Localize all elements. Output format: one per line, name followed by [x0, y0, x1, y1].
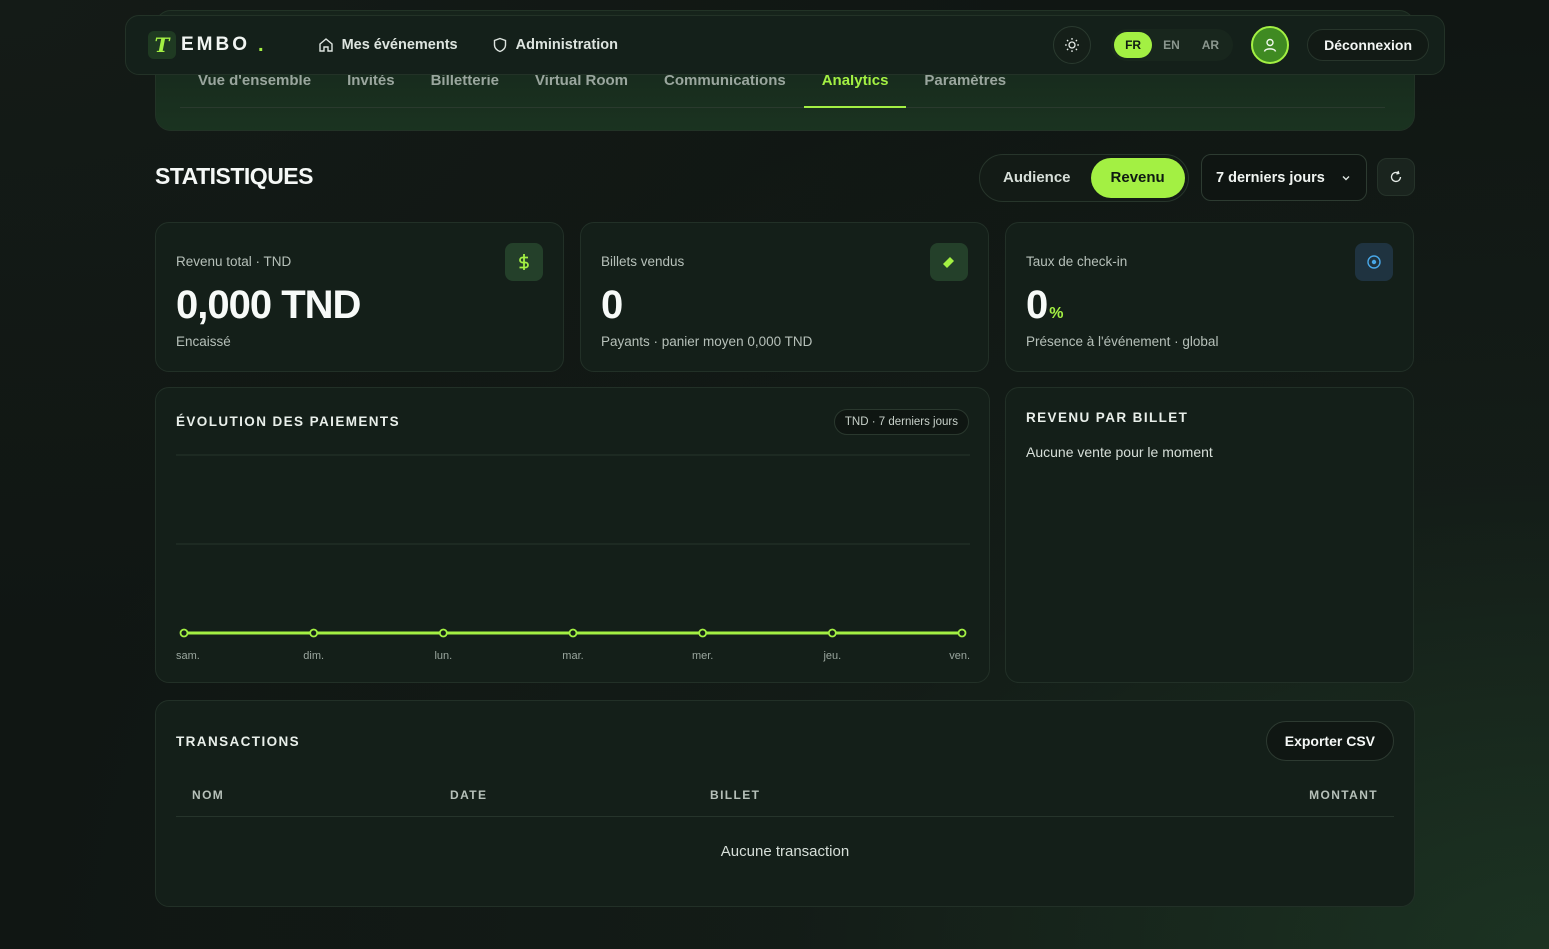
kpi-checkin-label: Taux de check-in: [1026, 254, 1128, 269]
kpi-checkin-value-wrap: 0%: [1026, 283, 1064, 328]
x-tick-label: dim.: [303, 650, 324, 662]
column-header-name[interactable]: NOM: [192, 788, 224, 802]
transactions-empty: Aucune transaction: [720, 843, 850, 860]
x-tick-label: mar.: [562, 650, 583, 662]
segment-revenue[interactable]: Revenu: [1090, 158, 1185, 198]
payments-data-point[interactable]: [309, 628, 319, 638]
payments-data-point[interactable]: [827, 628, 837, 638]
kpi-card-checkin: Taux de check-in 0% Présence à l'événeme…: [1005, 222, 1414, 372]
lang-fr[interactable]: FR: [1114, 32, 1153, 58]
user-avatar[interactable]: [1251, 26, 1290, 64]
kpi-card-revenue: Revenu total · TND 0,000 TND Encaissé: [155, 222, 564, 372]
nav-administration[interactable]: Administration: [492, 37, 618, 53]
transactions-title: TRANSACTIONS: [176, 734, 301, 749]
table-header-divider: [176, 816, 1394, 817]
kpi-checkin-unit: %: [1049, 305, 1063, 322]
payments-line-chart: sam. dim. lun. mar. mer. jeu. ven.: [176, 454, 970, 662]
brand-dot: .: [258, 33, 264, 56]
kpi-tickets-value: 0: [601, 283, 623, 327]
refresh-button[interactable]: [1377, 158, 1415, 196]
top-navbar: T EMBO . Mes événements Administration F…: [125, 15, 1445, 75]
kpi-tickets-label: Billets vendus: [601, 254, 685, 269]
revenue-per-ticket-card: REVENU PAR BILLET Aucune vente pour le m…: [1005, 387, 1414, 683]
brand-logo[interactable]: T EMBO .: [148, 31, 264, 59]
target-icon: [1355, 243, 1393, 281]
nav-my-events[interactable]: Mes événements: [318, 37, 458, 53]
kpi-tickets-sub: Payants · panier moyen 0,000 TND: [601, 334, 813, 349]
user-icon: [1263, 38, 1277, 52]
kpi-revenue-label: Revenu total · TND: [176, 254, 292, 269]
x-tick-label: ven.: [949, 650, 970, 662]
lang-en[interactable]: EN: [1152, 32, 1191, 58]
kpi-revenue-value: 0,000 TND: [176, 283, 361, 327]
stats-segment-control: Audience Revenu: [979, 154, 1189, 202]
theme-toggle-button[interactable]: [1053, 26, 1092, 64]
sun-icon: [1065, 38, 1080, 52]
shield-icon: [493, 37, 506, 53]
refresh-icon: [1390, 170, 1402, 183]
kpi-checkin-value: 0: [1026, 283, 1048, 327]
payments-data-point[interactable]: [957, 628, 967, 638]
date-range-select[interactable]: 7 derniers jours: [1201, 154, 1367, 201]
dollar-icon: [505, 243, 543, 281]
revenue-per-ticket-title: REVENU PAR BILLET: [1026, 410, 1189, 425]
export-csv-button[interactable]: Exporter CSV: [1265, 721, 1394, 761]
segment-audience[interactable]: Audience: [983, 158, 1091, 198]
column-header-date[interactable]: DATE: [450, 788, 487, 802]
brand-name: EMBO: [181, 34, 250, 55]
brand-mark-icon: T: [148, 31, 176, 59]
column-header-amount[interactable]: MONTANT: [1309, 788, 1378, 802]
x-tick-label: sam.: [176, 650, 200, 662]
nav-administration-label: Administration: [515, 37, 618, 53]
x-tick-label: lun.: [434, 650, 452, 662]
home-icon: [318, 38, 333, 52]
payments-chart-card: ÉVOLUTION DES PAIEMENTS TND · 7 derniers…: [155, 387, 990, 683]
payments-data-point[interactable]: [438, 628, 448, 638]
kpi-revenue-sub: Encaissé: [176, 334, 231, 349]
payments-data-point[interactable]: [179, 628, 189, 638]
chevron-down-icon: [1342, 175, 1350, 180]
revenue-per-ticket-empty: Aucune vente pour le moment: [1026, 444, 1213, 460]
nav-right-group: FR EN AR Déconnexion: [1053, 26, 1429, 64]
ticket-icon: [930, 243, 968, 281]
date-range-label: 7 derniers jours: [1216, 169, 1325, 186]
lang-ar[interactable]: AR: [1191, 32, 1230, 58]
logout-button[interactable]: Déconnexion: [1307, 29, 1429, 61]
column-header-ticket[interactable]: BILLET: [710, 788, 760, 802]
x-tick-label: mer.: [692, 650, 713, 662]
language-switcher: FR EN AR: [1111, 29, 1234, 61]
payments-data-point[interactable]: [568, 628, 578, 638]
payments-data-point[interactable]: [698, 628, 708, 638]
transactions-card: TRANSACTIONS Exporter CSV NOM DATE BILLE…: [155, 700, 1415, 907]
x-tick-label: jeu.: [822, 650, 841, 662]
nav-my-events-label: Mes événements: [341, 37, 458, 53]
page-title: STATISTIQUES: [155, 163, 314, 189]
kpi-checkin-sub: Présence à l'événement · global: [1026, 334, 1219, 349]
kpi-card-tickets: Billets vendus 0 Payants · panier moyen …: [580, 222, 989, 372]
